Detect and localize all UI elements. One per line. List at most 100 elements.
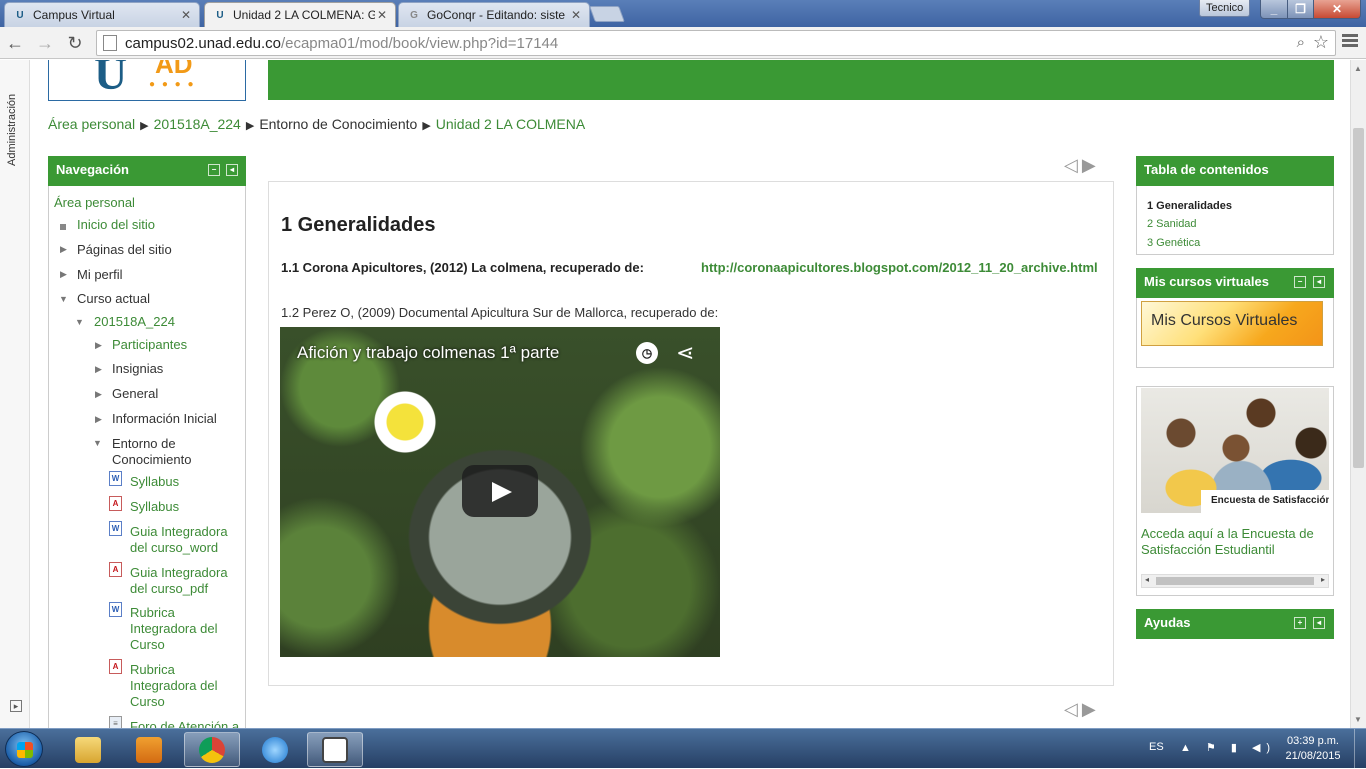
page-scrollbar-thumb[interactable] bbox=[1353, 128, 1364, 468]
nav-general[interactable]: General bbox=[112, 386, 158, 401]
reference-1-link[interactable]: http://coronaapicultores.blogspot.com/20… bbox=[701, 260, 1098, 275]
collapse-arrow-icon[interactable]: ▼ bbox=[59, 294, 68, 304]
scroll-up-icon[interactable]: ▲ bbox=[1354, 64, 1362, 73]
pdf-document-icon: A bbox=[109, 659, 122, 674]
administration-dock[interactable]: Administración ▸ bbox=[0, 60, 30, 728]
page-icon bbox=[103, 35, 117, 51]
nav-curso-actual[interactable]: Curso actual bbox=[77, 291, 150, 306]
start-button[interactable] bbox=[5, 731, 43, 767]
dock-block-icon[interactable]: ◂ bbox=[226, 164, 238, 176]
expand-arrow-icon[interactable]: ▶ bbox=[95, 340, 102, 351]
collapse-arrow-icon[interactable]: ▼ bbox=[75, 317, 84, 327]
app-taskbar-button[interactable] bbox=[307, 732, 363, 767]
next-chapter-icon[interactable]: ▶ bbox=[1082, 699, 1100, 719]
expand-arrow-icon[interactable]: ▶ bbox=[60, 269, 67, 280]
unad-logo[interactable]: U AD ● ● ● ● bbox=[48, 60, 246, 101]
back-arrow-icon[interactable]: ← bbox=[4, 32, 26, 54]
nav-insignias[interactable]: Insignias bbox=[112, 361, 163, 376]
expand-block-icon[interactable]: + bbox=[1294, 617, 1306, 629]
nav-inicio-del-sitio[interactable]: Inicio del sitio bbox=[77, 217, 155, 232]
collapse-block-icon[interactable]: − bbox=[1294, 276, 1306, 288]
media-player-icon bbox=[136, 736, 162, 763]
close-window-button[interactable]: ✕ bbox=[1313, 0, 1361, 19]
nav-course-201518a[interactable]: 201518A_224 bbox=[94, 314, 175, 329]
ayudas-block-header[interactable]: Ayudas + ◂ bbox=[1136, 609, 1334, 639]
input-language[interactable]: ES bbox=[1149, 741, 1164, 753]
file-explorer-taskbar-button[interactable] bbox=[60, 732, 116, 767]
nav-entorno-de-conocimiento[interactable]: Entorno de Conocimiento bbox=[112, 436, 222, 468]
scroll-left-icon[interactable]: ◂ bbox=[1145, 575, 1149, 584]
horizontal-scrollbar[interactable]: ◂ ▸ bbox=[1141, 574, 1329, 588]
scroll-down-icon[interactable]: ▼ bbox=[1354, 715, 1362, 724]
nav-paginas-del-sitio[interactable]: Páginas del sitio bbox=[77, 242, 172, 257]
forward-arrow-icon[interactable]: → bbox=[34, 32, 56, 54]
close-tab-icon[interactable]: ✕ bbox=[179, 8, 193, 22]
breadcrumb-book[interactable]: Unidad 2 LA COLMENA bbox=[436, 116, 585, 132]
watch-later-icon[interactable]: ◷ bbox=[636, 342, 658, 364]
nav-syllabus-pdf[interactable]: Syllabus bbox=[130, 499, 179, 514]
nav-guia-integradora-pdf[interactable]: Guia Integradora del curso_pdf bbox=[130, 565, 240, 597]
bookmark-star-icon[interactable]: ☆ bbox=[1313, 32, 1329, 53]
tray-icons[interactable]: ▲ ⚑ ▮ ◀) bbox=[1180, 741, 1276, 754]
pdf-document-icon: A bbox=[109, 562, 122, 577]
nav-syllabus-word[interactable]: Syllabus bbox=[130, 474, 179, 489]
scrollbar-thumb[interactable] bbox=[1156, 577, 1314, 585]
book-nav-bottom: ◁▶ bbox=[1064, 699, 1100, 720]
collapse-block-icon[interactable]: − bbox=[208, 164, 220, 176]
nav-rubrica-word[interactable]: Rubrica Integradora del Curso bbox=[130, 605, 240, 653]
breadcrumb-area-personal[interactable]: Área personal bbox=[48, 116, 135, 132]
previous-chapter-icon[interactable]: ◁ bbox=[1064, 699, 1082, 719]
nav-area-personal[interactable]: Área personal bbox=[54, 195, 135, 210]
students-photo[interactable]: Encuesta de Satisfacción bbox=[1141, 388, 1329, 513]
internet-explorer-taskbar-button[interactable] bbox=[247, 732, 303, 767]
show-desktop-button[interactable] bbox=[1354, 729, 1366, 769]
profile-badge[interactable]: Tecnico bbox=[1199, 0, 1251, 17]
collapse-arrow-icon[interactable]: ▼ bbox=[93, 438, 102, 448]
ayudas-block: Ayudas + ◂ bbox=[1136, 609, 1334, 639]
nav-foro-atencion[interactable]: Foro de Atención a bbox=[130, 719, 239, 728]
expand-arrow-icon[interactable]: ▶ bbox=[95, 364, 102, 375]
expand-arrow-icon[interactable]: ▶ bbox=[95, 389, 102, 400]
page-scrollbar[interactable]: ▲ ▼ bbox=[1350, 60, 1366, 728]
toc-item-genetica[interactable]: 3 Genética bbox=[1147, 237, 1200, 249]
nav-participantes[interactable]: Participantes bbox=[112, 337, 187, 352]
previous-chapter-icon[interactable]: ◁ bbox=[1064, 155, 1082, 175]
expand-dock-icon[interactable]: ▸ bbox=[10, 700, 22, 712]
dock-block-icon[interactable]: ◂ bbox=[1313, 617, 1325, 629]
expand-arrow-icon[interactable]: ▶ bbox=[95, 414, 102, 425]
youtube-video-embed[interactable]: Afición y trabajo colmenas 1ª parte ◷ ⋖ bbox=[280, 327, 720, 657]
tab-campus-virtual[interactable]: U Campus Virtual ✕ bbox=[4, 2, 200, 27]
play-button-icon[interactable] bbox=[462, 465, 538, 517]
nav-guia-integradora-word[interactable]: Guia Integradora del curso_word bbox=[130, 524, 240, 556]
tab-unidad-2[interactable]: U Unidad 2 LA COLMENA: G ✕ bbox=[204, 2, 396, 27]
next-chapter-icon[interactable]: ▶ bbox=[1082, 155, 1100, 175]
nav-rubrica-pdf[interactable]: Rubrica Integradora del Curso bbox=[130, 662, 240, 710]
encuesta-link[interactable]: Acceda aquí a la Encuesta de Satisfacció… bbox=[1141, 526, 1331, 558]
chrome-menu-icon[interactable] bbox=[1342, 34, 1358, 49]
chrome-taskbar-button[interactable] bbox=[184, 732, 240, 767]
zoom-icon[interactable]: ⌕ bbox=[1297, 34, 1305, 51]
tab-goconqr[interactable]: G GoConqr - Editando: siste ✕ bbox=[398, 2, 590, 27]
media-player-taskbar-button[interactable] bbox=[121, 732, 177, 767]
logo-dots: ● ● ● ● bbox=[149, 79, 196, 90]
address-bar[interactable]: campus02.unad.edu.co/ecapma01/mod/book/v… bbox=[96, 30, 1336, 56]
goconqr-favicon-icon: G bbox=[410, 9, 418, 21]
toc-item-sanidad[interactable]: 2 Sanidad bbox=[1147, 218, 1197, 230]
scroll-right-icon[interactable]: ▸ bbox=[1321, 575, 1325, 584]
maximize-button[interactable]: ❐ bbox=[1287, 0, 1314, 19]
close-tab-icon[interactable]: ✕ bbox=[569, 8, 583, 22]
expand-arrow-icon[interactable]: ▶ bbox=[60, 244, 67, 255]
clock[interactable]: 03:39 p.m. 21/08/2015 bbox=[1282, 734, 1344, 764]
video-title[interactable]: Afición y trabajo colmenas 1ª parte bbox=[297, 343, 559, 363]
share-icon[interactable]: ⋖ bbox=[676, 340, 694, 366]
close-tab-icon[interactable]: ✕ bbox=[375, 8, 389, 22]
new-tab-button[interactable] bbox=[589, 6, 625, 22]
mis-cursos-banner[interactable]: Mis Cursos Virtuales bbox=[1141, 301, 1323, 346]
nav-informacion-inicial[interactable]: Información Inicial bbox=[112, 411, 217, 426]
breadcrumb-course[interactable]: 201518A_224 bbox=[154, 116, 241, 132]
minimize-button[interactable]: _ bbox=[1260, 0, 1288, 19]
book-content: 1 Generalidades 1.1 Corona Apicultores, … bbox=[268, 181, 1114, 686]
nav-mi-perfil[interactable]: Mi perfil bbox=[77, 267, 123, 282]
dock-block-icon[interactable]: ◂ bbox=[1313, 276, 1325, 288]
reload-icon[interactable]: ↻ bbox=[64, 32, 86, 54]
